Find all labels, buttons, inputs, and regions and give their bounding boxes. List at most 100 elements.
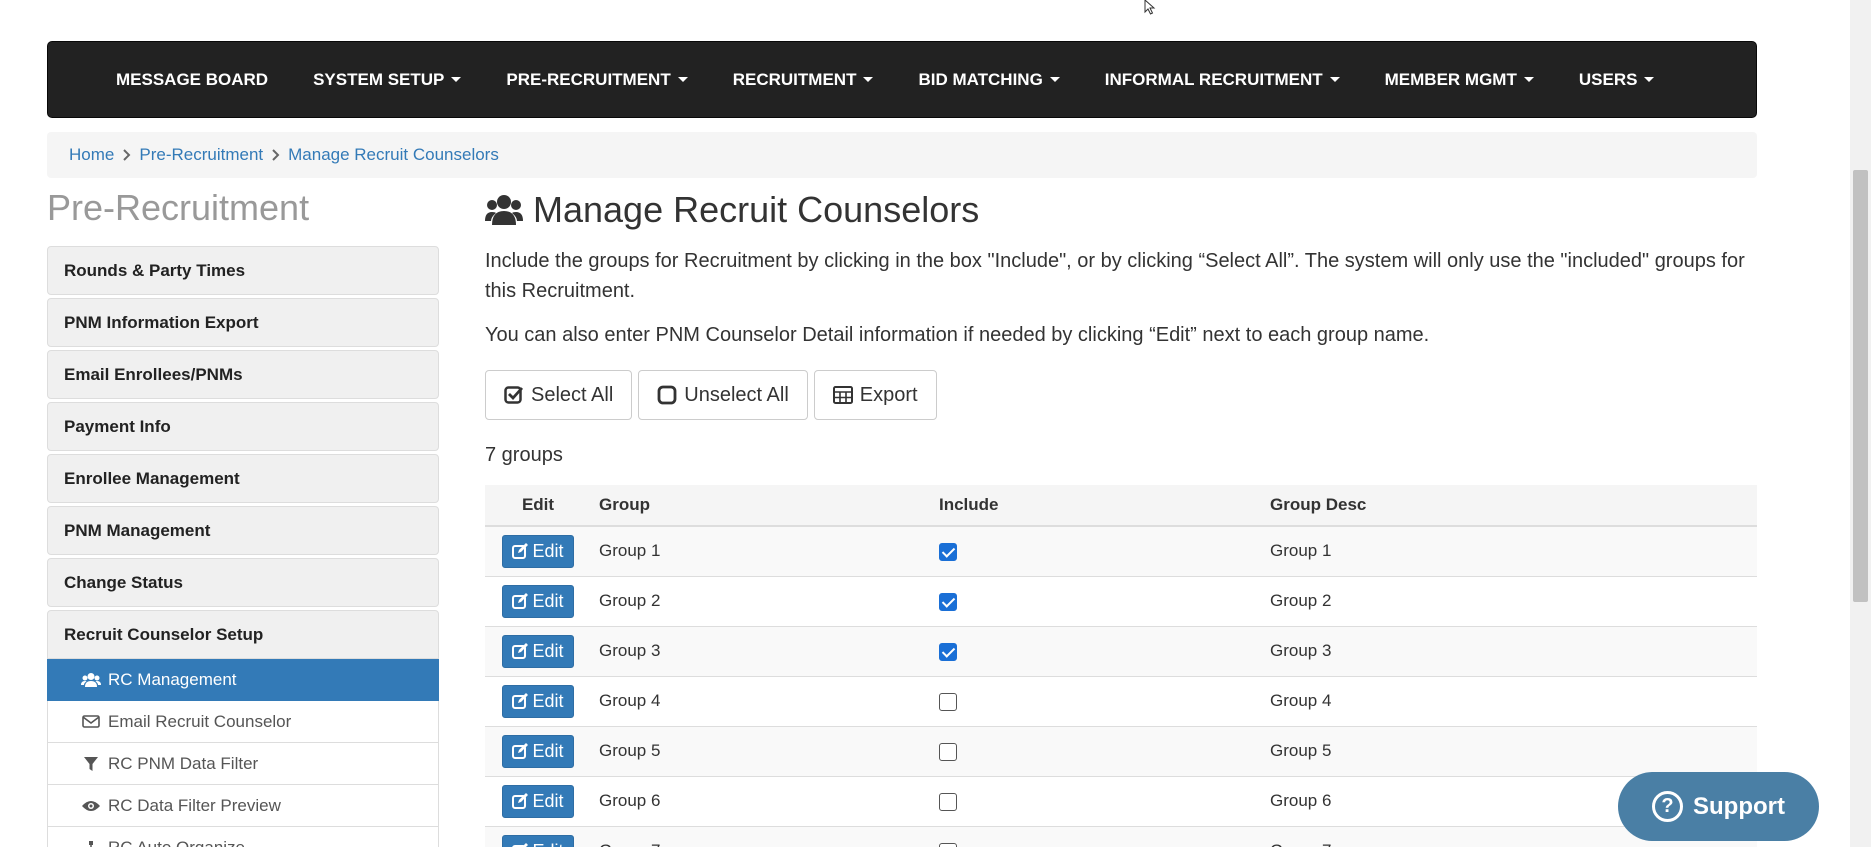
edit-cell: Edit (485, 576, 591, 626)
edit-button[interactable]: Edit (502, 834, 574, 847)
edit-cell: Edit (485, 776, 591, 826)
sidebar-item-pnm-management[interactable]: PNM Management (47, 506, 439, 555)
edit-icon (512, 793, 529, 809)
include-cell (931, 676, 1262, 726)
include-checkbox[interactable] (939, 842, 957, 847)
table-row: Edit Group 4 Group 4 (485, 676, 1757, 726)
edit-icon (512, 543, 529, 560)
nav-item-users[interactable]: USERS (1579, 70, 1655, 90)
page-title-text: Manage Recruit Counselors (533, 189, 980, 230)
sidebar-item-recruit-counselor-setup[interactable]: Recruit Counselor Setup (47, 610, 439, 659)
sidebar-subitem-rc-auto-organize[interactable]: RC Auto Organize (47, 827, 439, 847)
scrollbar-thumb[interactable] (1853, 170, 1868, 602)
edit-button[interactable]: Edit (502, 634, 574, 668)
nav-item-bid-matching[interactable]: BID MATCHING (918, 70, 1060, 90)
eye-icon (80, 800, 102, 812)
sidebar-item-pnm-information-export[interactable]: PNM Information Export (47, 298, 439, 347)
edit-icon (512, 743, 529, 759)
table-row: Edit Group 6 Group 6 (485, 776, 1757, 826)
edit-icon (512, 843, 529, 847)
group-name: Group 7 (591, 826, 931, 847)
caret-down-icon (1329, 77, 1340, 82)
include-checkbox[interactable] (939, 692, 957, 711)
include-checkbox[interactable] (939, 642, 957, 661)
include-checkbox[interactable] (939, 542, 957, 561)
sidebar-subitem-rc-management[interactable]: RC Management (47, 659, 439, 701)
table-row: EditGroup 7Group 7 (485, 826, 1757, 847)
envelope-icon (80, 715, 102, 728)
include-checkbox[interactable] (939, 742, 957, 761)
header-group[interactable]: Group (591, 485, 931, 526)
question-icon: ? (1652, 791, 1683, 822)
chevron-right-icon (122, 149, 131, 161)
unselect-all-button[interactable]: Unselect All (638, 370, 808, 420)
sidebar-subitem-rc-data-filter-preview[interactable]: RC Data Filter Preview (47, 785, 439, 827)
include-cell (931, 526, 1262, 576)
group-desc: Group 4 (1270, 691, 1332, 710)
edit-icon (512, 693, 529, 709)
edit-button[interactable]: Edit (502, 584, 574, 618)
chevron-right-icon (271, 149, 280, 161)
table-row: Edit Group 3 Group 3 (485, 626, 1757, 676)
select-all-button[interactable]: Select All (485, 370, 633, 420)
nav-item-system-setup[interactable]: SYSTEM SETUP (313, 70, 462, 90)
top-navbar: MESSAGE BOARD SYSTEM SETUP PRE-RECRUITMENT… (47, 41, 1757, 118)
breadcrumb: Home Pre-Recruitment Manage Recruit Coun… (47, 132, 1757, 178)
include-checkbox[interactable] (939, 792, 957, 811)
sidebar-item-rounds-party-times[interactable]: Rounds & Party Times (47, 246, 439, 295)
breadcrumb-current[interactable]: Manage Recruit Counselors (288, 145, 499, 165)
include-cell (931, 826, 1262, 847)
page-description: Include the groups for Recruitment by cl… (485, 250, 1745, 302)
group-name: Group 1 (599, 541, 661, 561)
sidebar-item-payment-info[interactable]: Payment Info (47, 402, 439, 451)
sidebar-subitem-email-recruit-counselor[interactable]: Email Recruit Counselor (47, 701, 439, 743)
header-edit: Edit (521, 495, 555, 514)
edit-button[interactable]: Edit (502, 684, 574, 718)
support-button[interactable]: ? Support (1618, 772, 1819, 841)
sidebar-item-enrollee-management[interactable]: Enrollee Management (47, 454, 439, 503)
sidebar-item-email-enrollees-pnms[interactable]: Email Enrollees/PNMs (47, 350, 439, 399)
breadcrumb-pre-recruitment[interactable]: Pre-Recruitment (139, 145, 263, 165)
sitemap-icon (80, 840, 102, 847)
header-include[interactable]: Include (931, 485, 1262, 526)
table-header-row: Edit Group Include Group Desc (485, 485, 1757, 526)
caret-down-icon (1644, 77, 1655, 82)
caret-down-icon (863, 77, 874, 82)
edit-cell: Edit (485, 626, 591, 676)
edit-button[interactable]: Edit (502, 534, 574, 568)
mouse-cursor-icon (1144, 0, 1156, 15)
breadcrumb-home[interactable]: Home (69, 145, 114, 165)
include-cell (931, 576, 1262, 626)
caret-down-icon (1049, 77, 1060, 82)
sidebar-subitem-rc-pnm-data-filter[interactable]: RC PNM Data Filter (47, 743, 439, 785)
nav-item-message-board[interactable]: MESSAGE BOARD (116, 70, 268, 90)
group-count: 7 groups (485, 444, 563, 466)
edit-icon (512, 643, 529, 659)
edit-button[interactable]: Edit (502, 784, 574, 818)
group-desc: Group 2 (1270, 591, 1332, 610)
group-name: Group 5 (599, 741, 661, 760)
group-desc: Group 5 (1270, 741, 1332, 760)
square-icon (657, 385, 677, 405)
page-scrollbar[interactable] (1850, 0, 1871, 847)
nav-item-member-mgmt[interactable]: MEMBER MGMT (1385, 70, 1534, 90)
edit-cell: Edit (485, 826, 591, 847)
check-square-icon (504, 385, 524, 405)
sidebar: Rounds & Party Times PNM Information Expo… (47, 246, 439, 847)
nav-item-pre-recruitment[interactable]: PRE-RECRUITMENT (506, 70, 688, 90)
header-group-desc[interactable]: Group Desc (1262, 485, 1757, 526)
nav-item-recruitment[interactable]: RECRUITMENT (733, 70, 874, 90)
users-icon (485, 193, 523, 227)
include-cell (931, 626, 1262, 676)
sidebar-item-change-status[interactable]: Change Status (47, 558, 439, 607)
caret-down-icon (1523, 77, 1534, 82)
group-name: Group 2 (599, 591, 661, 610)
include-checkbox[interactable] (939, 592, 957, 611)
page-description-secondary: You can also enter PNM Counselor Detail … (485, 324, 1430, 346)
edit-button[interactable]: Edit (502, 734, 574, 768)
group-name: Group 3 (599, 641, 661, 660)
export-button[interactable]: Export (813, 370, 937, 420)
group-desc: Group 1 (1270, 541, 1332, 561)
nav-item-informal-recruitment[interactable]: INFORMAL RECRUITMENT (1105, 70, 1340, 90)
edit-cell: Edit (485, 676, 591, 726)
